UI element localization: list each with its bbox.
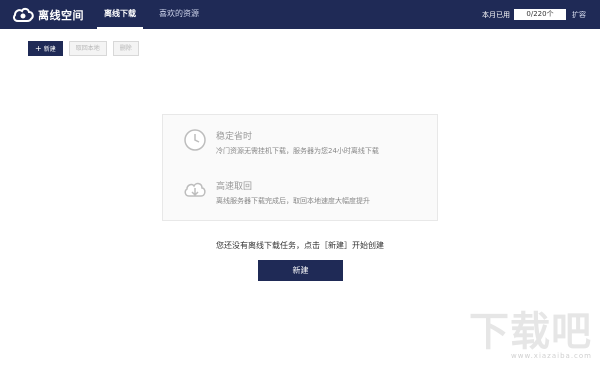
create-new-button[interactable]: 新建	[258, 260, 343, 281]
feature-title: 高速取回	[216, 182, 253, 192]
tab-offline-download[interactable]: 离线下载	[97, 0, 143, 29]
feature-fast: 高速取回 离线服务器下载完成后，取回本地速度大幅度提升	[183, 178, 370, 206]
clock-icon	[184, 129, 206, 151]
plus-icon: +	[35, 44, 42, 53]
app-logo[interactable]: 离线空间	[12, 6, 84, 23]
delete-button[interactable]: 删除	[112, 41, 139, 56]
usage-label: 本月已用	[482, 10, 510, 19]
feature-desc: 离线服务器下载完成后，取回本地速度大幅度提升	[216, 197, 370, 205]
usage-value: 0/220个	[514, 9, 566, 20]
feature-stable: 稳定省时 冷门资源无需挂机下载，服务器为您24小时离线下载	[183, 128, 379, 156]
empty-state-message: 您还没有离线下载任务，点击［新建］开始创建	[216, 241, 384, 250]
cloud-logo-icon	[13, 7, 34, 22]
tab-favorite-resources[interactable]: 喜欢的资源	[155, 0, 203, 29]
toolbar: + 新建 取回本地 删除	[28, 41, 145, 56]
cloud-download-icon	[184, 182, 206, 197]
new-button-label: 新建	[43, 46, 56, 53]
usage-indicator: 本月已用 0/220个 扩容	[482, 9, 586, 20]
feature-info-box: 稳定省时 冷门资源无需挂机下载，服务器为您24小时离线下载 高速取回 离线服务器…	[162, 114, 438, 221]
top-bar: 离线空间 离线下载 喜欢的资源 本月已用 0/220个 扩容	[0, 0, 600, 29]
app-title: 离线空间	[38, 8, 84, 22]
watermark-logo: 下载吧	[469, 309, 592, 355]
feature-desc: 冷门资源无需挂机下载，服务器为您24小时离线下载	[216, 147, 379, 155]
new-button[interactable]: + 新建	[28, 41, 63, 56]
retrieve-button[interactable]: 取回本地	[68, 41, 107, 56]
expand-link[interactable]: 扩容	[572, 10, 586, 20]
feature-title: 稳定省时	[216, 132, 253, 142]
watermark: 下载吧 www.xiazaiba.com	[469, 312, 592, 360]
